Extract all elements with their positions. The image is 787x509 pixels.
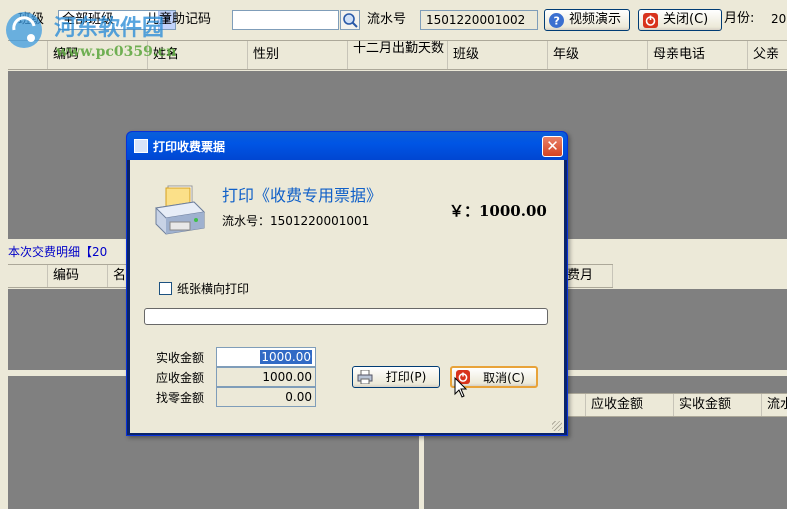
search-button[interactable]	[340, 10, 360, 30]
col-class[interactable]: 班级	[448, 41, 548, 69]
close-label: 关闭(C)	[663, 12, 709, 27]
power-icon	[643, 13, 658, 28]
print-icon	[357, 370, 373, 384]
detail-title: 本次交费明细【20	[8, 245, 108, 259]
col-due-amount[interactable]: 应收金额	[586, 394, 674, 416]
print-button[interactable]: 打印(P)	[352, 366, 440, 388]
cancel-button-label: 取消(C)	[483, 371, 525, 385]
mouse-cursor-icon	[454, 377, 468, 398]
dialog-serial: 流水号：1501220001001	[222, 214, 370, 228]
actual-amount-input[interactable]: 1000.00	[216, 347, 316, 367]
serial-field[interactable]: 1501220001002	[420, 10, 538, 30]
change-amount-field[interactable]: 0.00	[216, 387, 316, 407]
dialog-titlebar[interactable]: 打印收费票据 ✕	[127, 132, 567, 160]
detail-col-code[interactable]: 编码	[48, 265, 108, 287]
due-amount-label: 应收金额	[156, 371, 205, 385]
dialog-heading: 打印《收费专用票据》	[222, 186, 383, 205]
print-button-label: 打印(P)	[385, 370, 427, 384]
search-icon	[343, 13, 358, 28]
col-gender[interactable]: 性别	[248, 41, 348, 69]
close-button[interactable]: 关闭(C)	[638, 9, 722, 31]
col-mother-phone[interactable]: 母亲电话	[648, 41, 748, 69]
app-icon	[134, 139, 148, 153]
helper-code-input[interactable]	[232, 10, 339, 30]
watermark-url: www.pc0359.cn	[56, 44, 177, 60]
actual-amount-value: 1000.00	[260, 350, 312, 364]
month-value[interactable]: 20	[771, 9, 786, 29]
due-amount-field[interactable]: 1000.00	[216, 367, 316, 387]
landscape-label[interactable]: 纸张横向打印	[177, 280, 249, 297]
dialog-amount: ￥：1000.00	[449, 202, 547, 220]
watermark: 河东软件园 www.pc0359.cn	[0, 0, 210, 68]
detail-row-header	[8, 265, 48, 287]
dialog-body: 打印《收费专用票据》 流水号：1501220001001 ￥：1000.00 纸…	[130, 160, 564, 433]
change-amount-label: 找零金额	[156, 391, 205, 405]
month-label: 月份:	[724, 11, 755, 26]
printer-icon	[154, 185, 206, 235]
dialog-title: 打印收费票据	[153, 140, 226, 154]
col-serial[interactable]: 流水	[762, 394, 787, 416]
help-icon: ?	[549, 13, 564, 28]
serial-label: 流水号	[367, 12, 407, 27]
actual-amount-label: 实收金额	[156, 351, 205, 365]
col-father[interactable]: 父亲	[748, 41, 787, 69]
col-actual-amount[interactable]: 实收金额	[674, 394, 762, 416]
detail-col-month[interactable]: 费月	[562, 265, 613, 287]
print-progress-bar	[144, 308, 548, 325]
video-demo-label: 视频演示	[569, 12, 622, 27]
resize-grip[interactable]	[552, 421, 562, 431]
landscape-checkbox[interactable]	[159, 282, 172, 295]
print-receipt-dialog: 打印收费票据 ✕ 打印《收费专用票据》 流水号：1501220001001 ￥：…	[126, 131, 568, 436]
right-grid-header: 应收金额 实收金额 流水	[560, 393, 787, 417]
col-grade[interactable]: 年级	[548, 41, 648, 69]
video-demo-button[interactable]: ? 视频演示	[544, 9, 630, 31]
close-icon: ✕	[546, 137, 559, 155]
watermark-site-name: 河东软件园	[54, 16, 165, 41]
svg-text:?: ?	[554, 15, 560, 28]
dialog-close-button[interactable]: ✕	[542, 136, 563, 157]
col-attendance[interactable]: 十二月出勤天数	[348, 41, 448, 69]
